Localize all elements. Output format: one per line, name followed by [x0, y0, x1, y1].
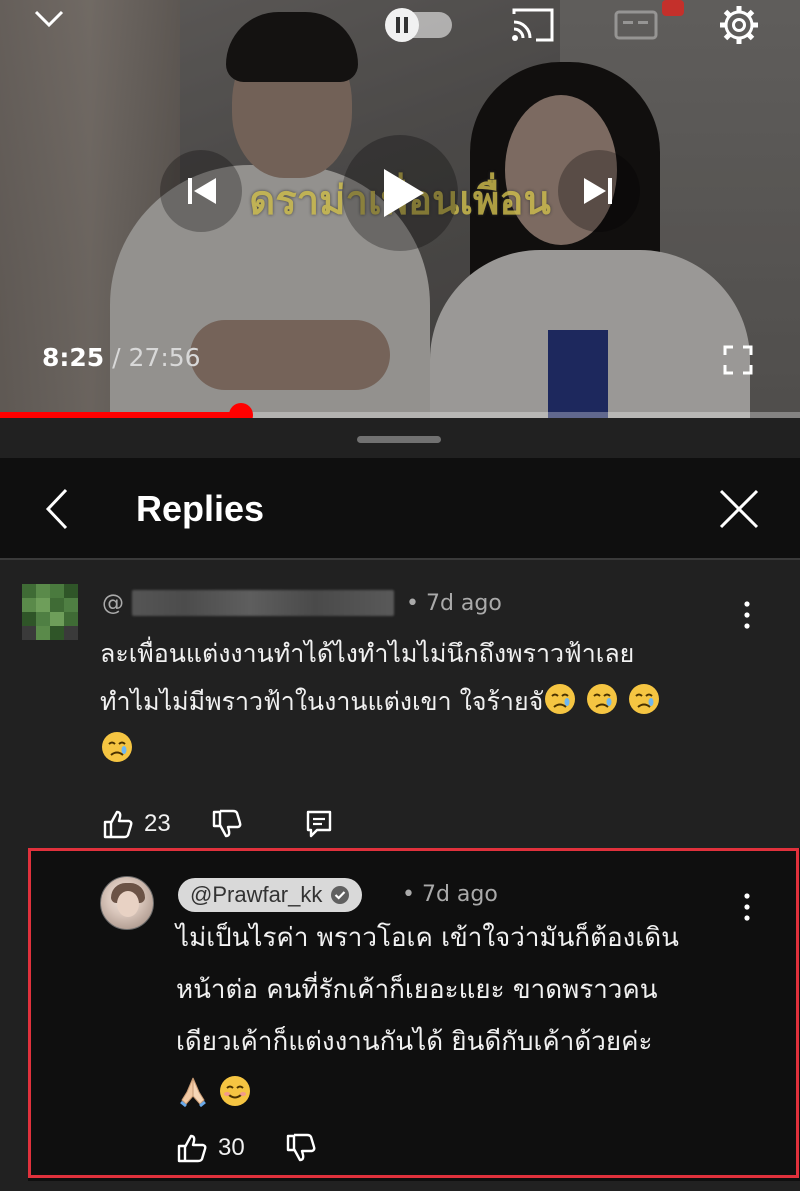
verified-check-icon: [331, 886, 350, 904]
time-separator: /: [104, 343, 129, 372]
blurred-author-name: [132, 590, 394, 616]
next-button[interactable]: [558, 150, 640, 232]
avatar[interactable]: [22, 584, 78, 640]
reply-author-handle: @Prawfar_kk: [190, 882, 323, 907]
chevron-down-icon[interactable]: [30, 4, 68, 34]
replies-panel: Replies @ • 7d ago ละเพื่อนแต่งงานทำได้ไ…: [0, 418, 800, 1191]
avatar[interactable]: [100, 876, 154, 930]
thumbs-up-icon[interactable]: [102, 808, 134, 840]
folded-hands-emoji-icon: [180, 1077, 206, 1108]
fullscreen-icon[interactable]: [722, 344, 754, 376]
close-icon[interactable]: [716, 486, 762, 532]
reply-emoji-line: [176, 1068, 736, 1120]
comment-actions: 23: [102, 808, 335, 840]
video-duration: 27:56: [128, 343, 201, 372]
video-player[interactable]: ดราม่าเพื่อนเพื่อน: [0, 0, 800, 418]
live-badge-icon: [662, 0, 684, 16]
crying-face-emoji-icon: [629, 684, 660, 714]
comment-text-line: ละเพื่อนแต่งงานทำได้ไงทำไมไม่นึกถึงพราวฟ…: [100, 639, 635, 668]
previous-button[interactable]: [160, 150, 242, 232]
next-icon: [584, 178, 612, 204]
current-time: 8:25: [42, 343, 105, 372]
reply-text-line: ไม่เป็นไรค่า พราวโอเค เข้าใจว่ามันก็ต้อง…: [176, 923, 679, 953]
comment-text-line-emoji: [100, 726, 740, 774]
reply-age: • 7d ago: [402, 882, 498, 907]
comment-text-line: ทำไมไม่มีพราวฟ้าในงานแต่งเขา ใจร้ายจั: [100, 687, 544, 716]
comment-text-line-with-emoji: ทำไมไม่มีพราวฟ้าในงานแต่งเขา ใจร้ายจั: [100, 678, 740, 726]
like-count: 23: [144, 810, 171, 837]
play-icon: [384, 169, 424, 217]
comment-author-prefix[interactable]: @: [102, 591, 124, 616]
replies-header: Replies: [0, 458, 800, 558]
reply-text-line: เดียวเค้าก็แต่งงานกันได้ ยินดีกับเค้าด้ว…: [176, 1027, 653, 1057]
creator-handle-badge[interactable]: @Prawfar_kk: [178, 878, 363, 912]
autoplay-toggle-icon[interactable]: [378, 4, 458, 44]
comment-age: • 7d ago: [406, 590, 502, 616]
more-options-icon[interactable]: [742, 892, 752, 922]
thumbs-down-icon[interactable]: [285, 1132, 317, 1164]
smiling-face-emoji-icon: [220, 1076, 250, 1106]
comment-meta: @ • 7d ago: [102, 590, 502, 616]
reply-comment: @Prawfar_kk • 7d ago ไม่เป็นไรค่า พราวโอ…: [28, 848, 800, 1181]
drag-handle[interactable]: [357, 436, 441, 443]
cast-icon[interactable]: [510, 6, 556, 44]
reply-icon[interactable]: [303, 808, 335, 840]
like-count: 30: [218, 1134, 245, 1161]
thumbs-down-icon[interactable]: [211, 808, 243, 840]
back-arrow-icon[interactable]: [40, 486, 76, 532]
more-options-icon[interactable]: [742, 600, 752, 630]
crying-face-emoji-icon: [545, 684, 576, 714]
parent-comment: @ • 7d ago ละเพื่อนแต่งงานทำได้ไงทำไมไม่…: [0, 560, 800, 850]
avatar-face: [117, 891, 139, 917]
previous-icon: [188, 178, 216, 204]
reply-actions: 30: [176, 1132, 317, 1164]
captions-icon[interactable]: [614, 10, 658, 40]
settings-gear-icon[interactable]: [716, 2, 762, 48]
thumbs-up-icon[interactable]: [176, 1132, 208, 1164]
reply-text: ไม่เป็นไรค่า พราวโอเค เข้าใจว่ามันก็ต้อง…: [176, 912, 736, 1120]
crying-face-emoji-icon: [102, 732, 132, 762]
comment-text: ละเพื่อนแต่งงานทำได้ไงทำไมไม่นึกถึงพราวฟ…: [100, 630, 740, 774]
play-button[interactable]: [342, 135, 458, 251]
page-title: Replies: [136, 488, 265, 529]
progress-scrubber-handle[interactable]: [228, 403, 253, 418]
reply-text-line: หน้าต่อ คนที่รักเค้าก็เยอะแยะ ขาดพราวคน: [176, 975, 658, 1005]
playback-time: 8:25 / 27:56: [42, 343, 201, 372]
crying-face-emoji-icon: [587, 684, 618, 714]
